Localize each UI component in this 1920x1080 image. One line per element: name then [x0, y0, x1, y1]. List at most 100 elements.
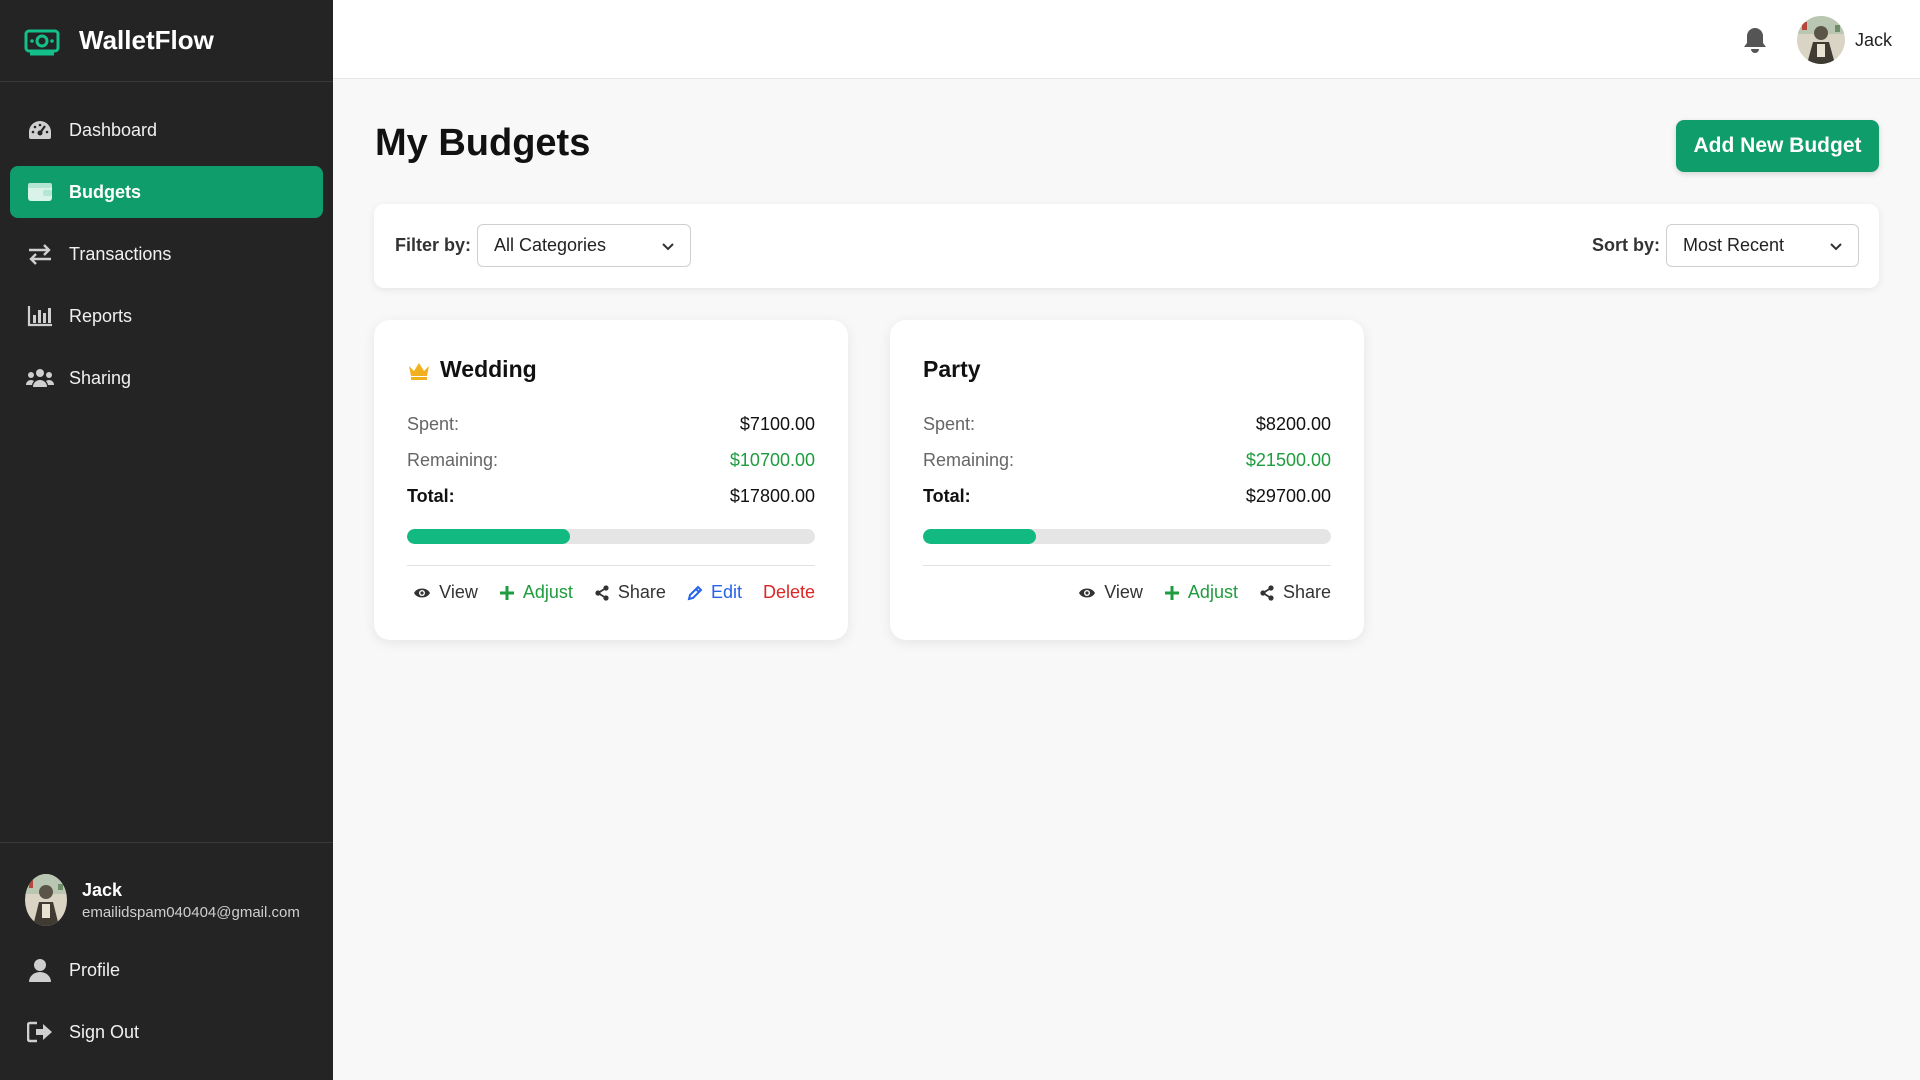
sidebar-item-reports[interactable]: Reports: [10, 290, 323, 342]
card-actions: View Adjust Share: [1057, 582, 1331, 603]
avatar: [1797, 16, 1845, 64]
edit-button[interactable]: Edit: [687, 582, 742, 603]
sidebar: WalletFlow Dashboard Budgets Transaction…: [0, 0, 333, 1080]
user-email: emailidspam040404@gmail.com: [82, 903, 300, 921]
spent-value: $7100.00: [739, 414, 815, 434]
sidebar-item-dashboard[interactable]: Dashboard: [10, 104, 323, 156]
sort-label: Sort by:: [1592, 235, 1661, 255]
remaining-row: Remaining: $10700.00: [407, 450, 815, 471]
user-name: Jack: [82, 879, 123, 900]
bar-chart-icon: [26, 304, 54, 328]
users-icon: [26, 366, 54, 390]
budget-title: Wedding: [407, 356, 537, 383]
sidebar-item-label: Sign Out: [69, 1021, 140, 1042]
filter-label: Filter by:: [395, 235, 472, 255]
total-row: Total: $29700.00: [923, 486, 1331, 507]
add-new-budget-button[interactable]: Add New Budget: [1676, 120, 1879, 172]
sidebar-nav: Dashboard Budgets Transactions Reports S…: [0, 82, 333, 404]
sidebar-item-budgets[interactable]: Budgets: [10, 166, 323, 218]
divider: [407, 565, 815, 566]
budget-progress-bar: [923, 529, 1331, 544]
view-label: View: [439, 582, 478, 602]
total-label: Total:: [923, 486, 971, 506]
remaining-label: Remaining:: [923, 450, 1015, 470]
plus-icon: [499, 585, 514, 600]
sort-select[interactable]: Most Recent: [1666, 224, 1859, 267]
sidebar-item-profile[interactable]: Profile: [10, 944, 323, 996]
adjust-button[interactable]: Adjust: [499, 582, 573, 603]
share-button[interactable]: Share: [594, 582, 666, 603]
topbar-user-menu[interactable]: Jack: [1797, 16, 1892, 64]
user-card: Jack emailidspam040404@gmail.com: [0, 843, 333, 926]
sign-out-button[interactable]: Sign Out: [10, 1006, 323, 1058]
avatar[interactable]: [25, 874, 67, 926]
view-button[interactable]: View: [1078, 582, 1143, 603]
wallet-icon: [26, 180, 54, 204]
delete-button[interactable]: Delete: [763, 582, 815, 603]
delete-label: Delete: [762, 582, 815, 602]
topbar: [333, 0, 1920, 79]
brand-name: WalletFlow: [79, 25, 214, 55]
adjust-button[interactable]: Adjust: [1164, 582, 1238, 603]
user-icon: [26, 958, 54, 982]
eye-icon: [414, 588, 431, 597]
card-actions: View Adjust Share Edit Delete: [392, 582, 815, 603]
crown-icon: [409, 362, 429, 380]
share-label: Share: [617, 582, 666, 602]
view-label: View: [1104, 582, 1143, 602]
budget-card-party[interactable]: Party Spent: $8200.00 Remaining: $21500.…: [890, 320, 1364, 640]
total-value: $17800.00: [729, 486, 815, 506]
remaining-label: Remaining:: [407, 450, 499, 470]
sidebar-footer: Jack emailidspam040404@gmail.com Profile…: [0, 842, 333, 1080]
bell-icon[interactable]: [1742, 26, 1768, 54]
chevron-down-icon: [662, 243, 674, 251]
plus-icon: [1164, 585, 1179, 600]
share-button[interactable]: Share: [1259, 582, 1331, 603]
sidebar-item-label: Reports: [69, 305, 133, 326]
sidebar-item-label: Budgets: [69, 181, 141, 202]
topbar-user-name: Jack: [1855, 29, 1893, 50]
share-icon: [595, 584, 609, 601]
category-filter-value: All Categories: [494, 235, 607, 255]
view-button[interactable]: View: [413, 582, 478, 603]
spent-label: Spent:: [407, 414, 460, 434]
spent-row: Spent: $7100.00: [407, 414, 815, 435]
transfer-arrows-icon: [26, 242, 54, 266]
adjust-label: Adjust: [1187, 582, 1238, 602]
share-label: Share: [1282, 582, 1331, 602]
category-filter-select[interactable]: All Categories: [477, 224, 691, 267]
sidebar-item-label: Sharing: [69, 367, 132, 388]
total-row: Total: $17800.00: [407, 486, 815, 507]
remaining-value: $21500.00: [1245, 450, 1331, 470]
budget-progress-fill: [407, 529, 570, 544]
edit-label: Edit: [710, 582, 742, 602]
share-icon: [1260, 584, 1274, 601]
total-value: $29700.00: [1245, 486, 1331, 506]
sidebar-item-transactions[interactable]: Transactions: [10, 228, 323, 280]
budget-card-wedding[interactable]: Wedding Spent: $7100.00 Remaining: $1070…: [374, 320, 848, 640]
divider: [923, 565, 1331, 566]
budget-name: Wedding: [440, 356, 537, 382]
pencil-icon: [687, 585, 703, 600]
sidebar-item-sharing[interactable]: Sharing: [10, 352, 323, 404]
sort-value: Most Recent: [1683, 235, 1785, 255]
sidebar-item-label: Transactions: [69, 243, 172, 264]
money-icon: [24, 29, 60, 55]
brand[interactable]: WalletFlow: [0, 0, 333, 82]
budget-progress-fill: [923, 529, 1036, 544]
spent-label: Spent:: [923, 414, 976, 434]
page-title: My Budgets: [375, 122, 591, 164]
gauge-icon: [26, 118, 54, 142]
total-label: Total:: [407, 486, 455, 506]
sidebar-item-label: Dashboard: [69, 119, 158, 140]
eye-icon: [1079, 588, 1096, 597]
sidebar-item-label: Profile: [69, 959, 121, 980]
budget-name: Party: [923, 356, 981, 382]
budget-progress-bar: [407, 529, 815, 544]
filter-bar: Filter by: All Categories Sort by: Most …: [374, 204, 1879, 288]
remaining-value: $10700.00: [729, 450, 815, 470]
remaining-row: Remaining: $21500.00: [923, 450, 1331, 471]
budget-title: Party: [923, 356, 981, 383]
spent-value: $8200.00: [1255, 414, 1331, 434]
sign-out-icon: [26, 1020, 54, 1044]
